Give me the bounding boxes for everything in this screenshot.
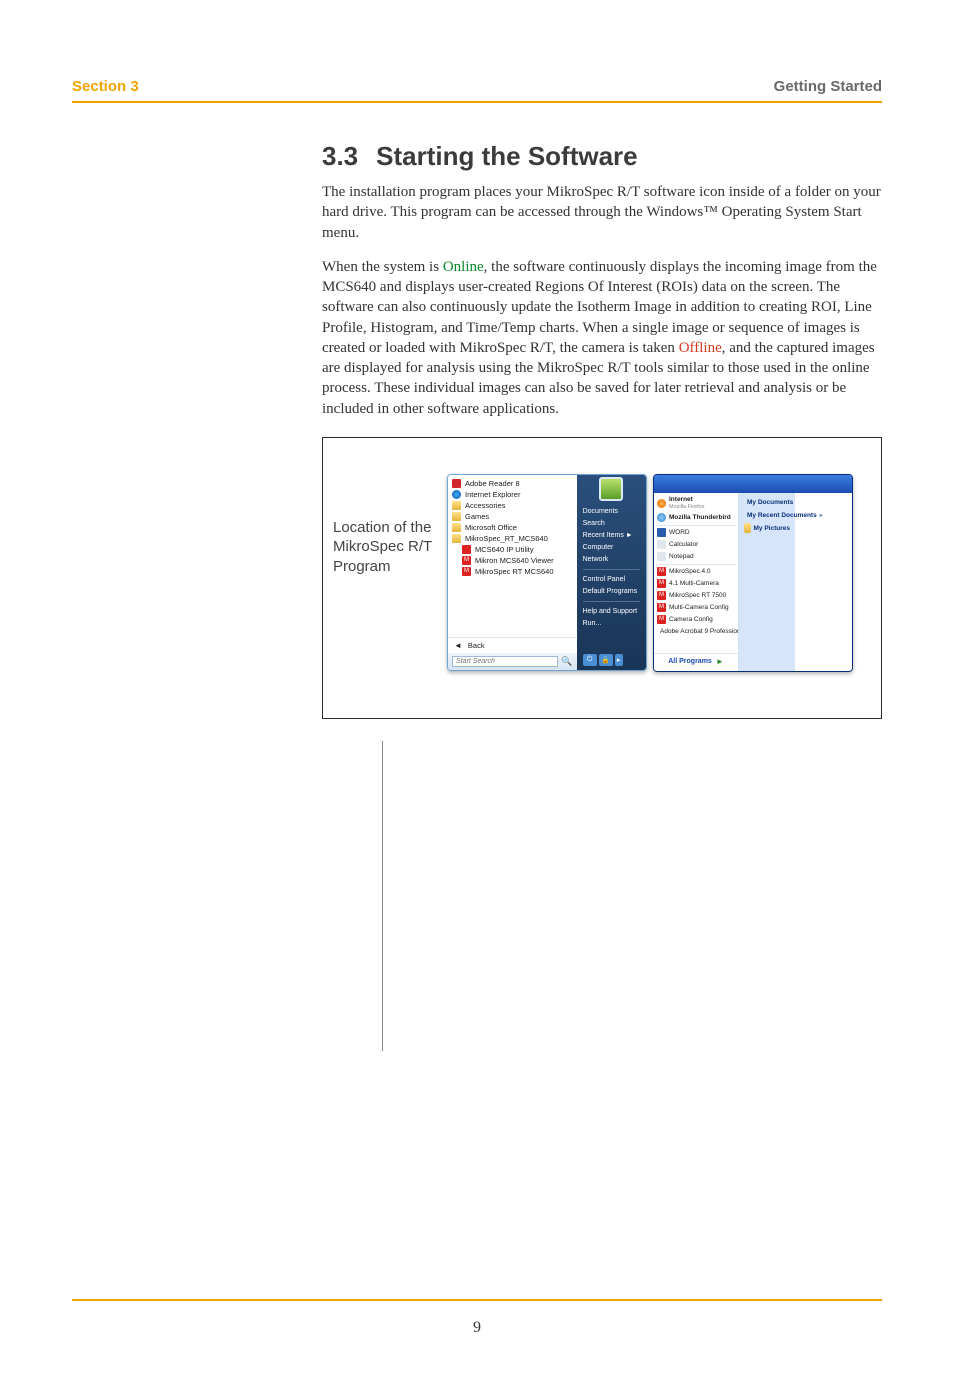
body-paragraph: When the system is Online, the software … <box>322 257 882 419</box>
title-number: 3.3 <box>322 141 358 172</box>
chevron-right-icon: ► <box>716 657 724 666</box>
user-avatar <box>599 477 623 501</box>
xp-camconfig[interactable]: MCamera Config <box>654 614 738 626</box>
link-help[interactable]: Help and Support <box>583 608 640 615</box>
link-network[interactable]: Network <box>583 556 640 563</box>
search-input[interactable] <box>452 656 558 667</box>
header-rule <box>72 101 882 103</box>
app-icon <box>462 545 471 554</box>
program-mikrospec-rt[interactable]: MMikroSpec RT MCS640 <box>448 566 577 577</box>
notepad-icon <box>657 552 666 561</box>
folder-icon <box>452 534 461 543</box>
word-icon <box>657 528 666 537</box>
search-icon[interactable]: 🔍 <box>561 656 572 667</box>
xp-calculator[interactable]: Calculator <box>654 539 738 551</box>
title-text: Starting the Software <box>376 141 637 171</box>
app-icon: M <box>657 603 666 612</box>
app-icon: M <box>657 591 666 600</box>
xp-acrobat[interactable]: Adobe Acrobat 9 Professional <box>654 626 738 638</box>
link-control-panel[interactable]: Control Panel <box>583 576 640 583</box>
footer-rule <box>72 1299 882 1301</box>
folder-icon <box>452 512 461 521</box>
xp-rt7500[interactable]: MMikroSpec RT 7500 <box>654 590 738 602</box>
link-recent-items[interactable]: Recent Items ► <box>583 532 640 539</box>
back-arrow-icon: ◄ <box>454 641 462 650</box>
vista-start-menu: Adobe Reader 8 Internet Explorer Accesso… <box>447 474 647 671</box>
app-icon: M <box>462 567 471 576</box>
xp-internet[interactable]: InternetMozilla Firefox <box>654 495 738 512</box>
xp-word[interactable]: WORD <box>654 527 738 539</box>
section-title: 3.3 Starting the Software <box>322 141 882 172</box>
search-row: 🔍 <box>448 653 577 670</box>
page-number: 9 <box>72 1319 882 1337</box>
vista-left-pane: Adobe Reader 8 Internet Explorer Accesso… <box>448 475 577 670</box>
calc-icon <box>657 540 666 549</box>
firefox-icon <box>657 499 666 508</box>
xp-all-programs[interactable]: All Programs► <box>654 653 738 669</box>
offline-term: Offline <box>679 340 722 356</box>
program-adobe-reader[interactable]: Adobe Reader 8 <box>448 478 577 489</box>
page: Section 3 Getting Started 3.3 Starting th… <box>0 0 954 1377</box>
xp-multiconfig[interactable]: MMulti-Camera Config <box>654 602 738 614</box>
link-search[interactable]: Search <box>583 520 640 527</box>
xp-header <box>654 475 852 493</box>
power-menu-button[interactable]: ▸ <box>615 654 623 666</box>
figure-caption: Location of the MikroSpec R/T Program <box>333 518 441 577</box>
xp-mikrospec40[interactable]: MMikroSpec 4.0 <box>654 566 738 578</box>
link-documents[interactable]: Documents <box>583 508 640 515</box>
xp-left-pane: InternetMozilla Firefox Mozilla Thunderb… <box>654 493 739 671</box>
link-computer[interactable]: Computer <box>583 544 640 551</box>
program-mcs640-viewer[interactable]: MMikron MCS640 Viewer <box>448 555 577 566</box>
app-icon: M <box>657 579 666 588</box>
app-icon: M <box>657 615 666 624</box>
intro-paragraph: The installation program places your Mik… <box>322 182 882 243</box>
folder-icon <box>452 501 461 510</box>
figure-start-menu: Location of the MikroSpec R/T Program Ad… <box>322 437 882 719</box>
xp-right-pane: My Documents My Recent Documents▸ My Pic… <box>739 493 795 671</box>
xp-recent-docs[interactable]: My Recent Documents▸ <box>742 509 792 522</box>
back-button[interactable]: ◄Back <box>448 638 577 653</box>
program-ip-utility[interactable]: MCS640 IP Utility <box>448 544 577 555</box>
xp-multicamera[interactable]: M4.1 Multi-Camera <box>654 578 738 590</box>
folder-mikrospec[interactable]: MikroSpec_RT_MCS640 <box>448 533 577 544</box>
adobe-icon <box>452 479 461 488</box>
margin-rule <box>382 741 882 1051</box>
xp-notepad[interactable]: Notepad <box>654 551 738 563</box>
folder-icon <box>744 523 751 533</box>
vista-right-pane: Documents Search Recent Items ► Computer… <box>577 475 646 670</box>
running-header: Section 3 Getting Started <box>72 78 882 95</box>
lock-button[interactable]: 🔒 <box>599 654 613 666</box>
content-column: 3.3 Starting the Software The installatio… <box>322 141 882 719</box>
folder-accessories[interactable]: Accessories <box>448 500 577 511</box>
xp-start-menu: InternetMozilla Firefox Mozilla Thunderb… <box>653 474 853 672</box>
ie-icon <box>452 490 461 499</box>
xp-email[interactable]: Mozilla Thunderbird <box>654 512 738 524</box>
folder-icon <box>452 523 461 532</box>
xp-my-documents[interactable]: My Documents <box>742 496 792 509</box>
program-internet-explorer[interactable]: Internet Explorer <box>448 489 577 500</box>
section-label: Section 3 <box>72 78 139 95</box>
power-button[interactable]: ⏻ <box>583 654 597 666</box>
folder-msoffice[interactable]: Microsoft Office <box>448 522 577 533</box>
app-icon: M <box>657 567 666 576</box>
online-term: Online <box>443 259 484 275</box>
chevron-right-icon: ▸ <box>820 512 823 519</box>
link-run[interactable]: Run... <box>583 620 640 627</box>
thunderbird-icon <box>657 513 666 522</box>
app-icon: M <box>462 556 471 565</box>
link-default-programs[interactable]: Default Programs <box>583 588 640 595</box>
folder-games[interactable]: Games <box>448 511 577 522</box>
xp-my-pictures[interactable]: My Pictures <box>742 522 792 535</box>
header-right: Getting Started <box>774 78 882 95</box>
